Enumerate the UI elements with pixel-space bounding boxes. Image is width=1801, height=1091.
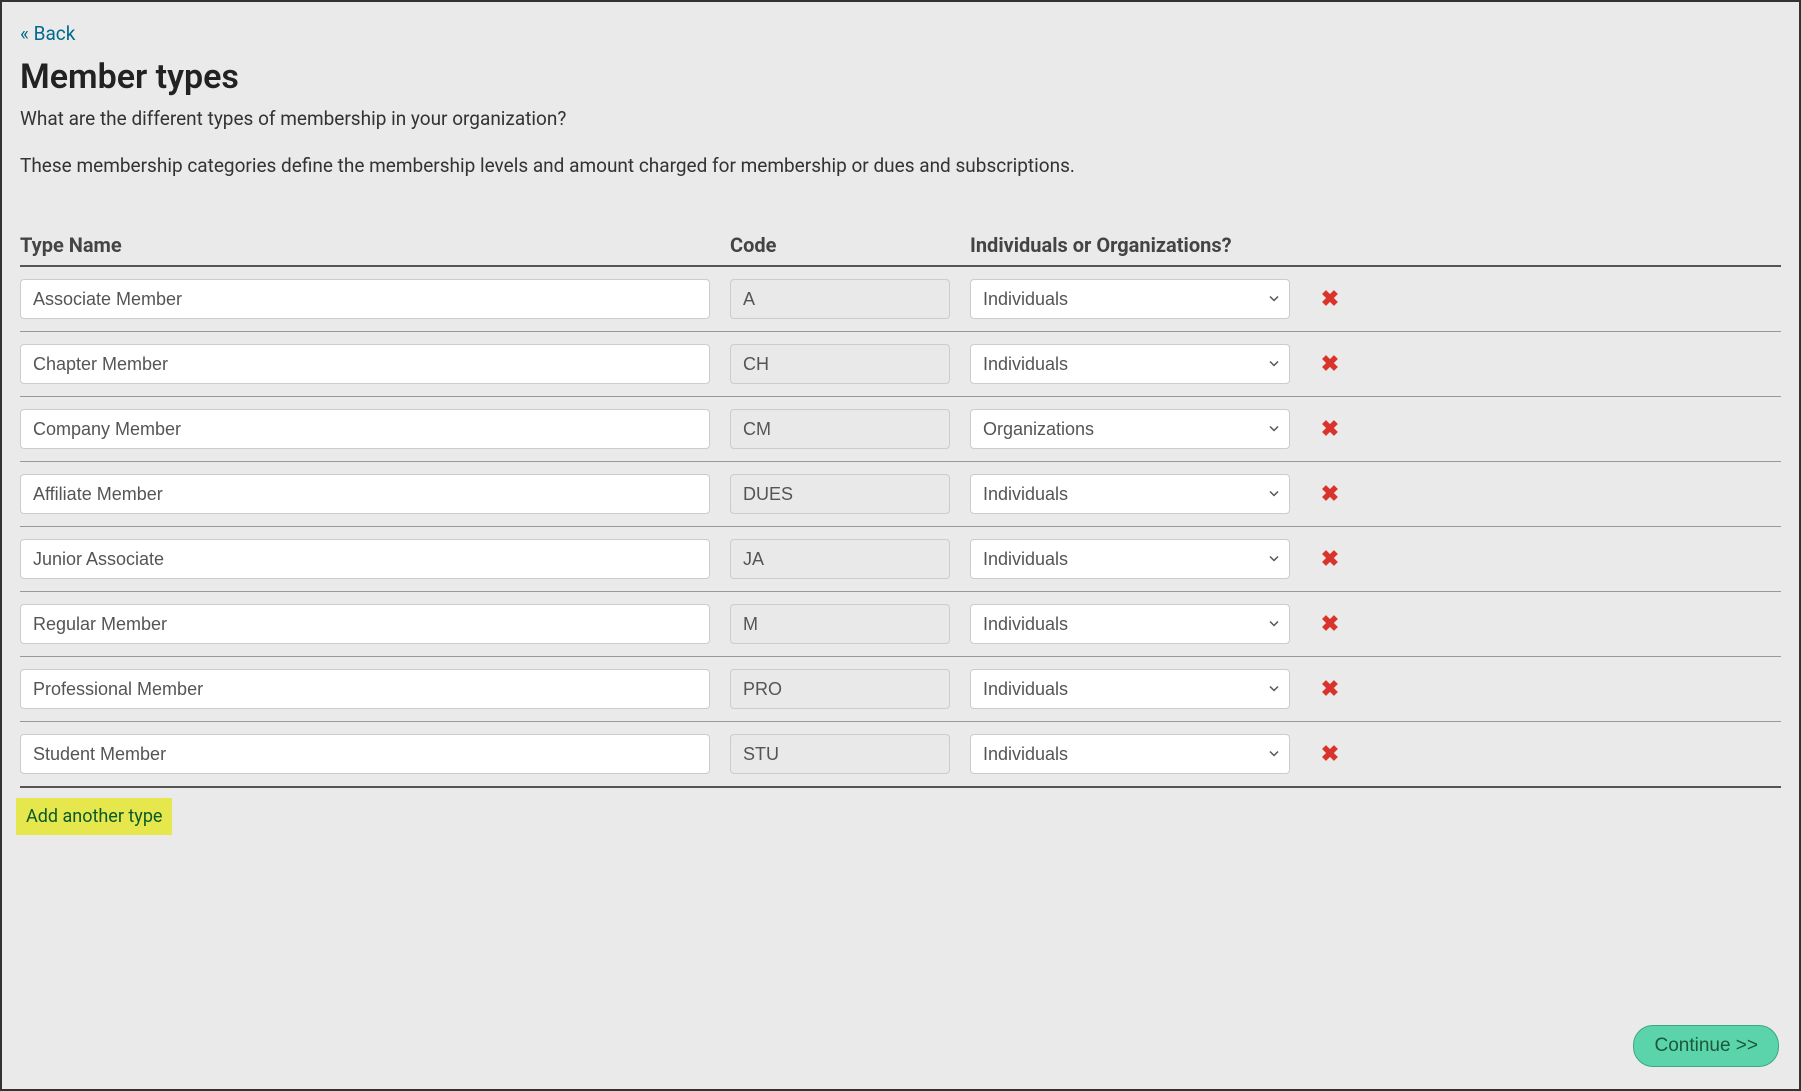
delete-icon: ✖ [1321,676,1339,701]
individuals-or-organizations-select[interactable]: IndividualsOrganizations [970,344,1290,384]
delete-icon: ✖ [1321,416,1339,441]
individuals-or-organizations-select[interactable]: IndividualsOrganizations [970,604,1290,644]
page-subtitle: What are the different types of membersh… [20,107,1781,130]
delete-row-button[interactable]: ✖ [1317,412,1343,446]
column-header-select: Individuals or Organizations? [970,233,1310,257]
type-name-input[interactable] [20,604,710,644]
delete-icon: ✖ [1321,351,1339,376]
page-title: Member types [20,57,1781,97]
delete-row-button[interactable]: ✖ [1317,282,1343,316]
table-row: IndividualsOrganizations ✖ [20,722,1781,788]
table-row: IndividualsOrganizations ✖ [20,397,1781,462]
delete-icon: ✖ [1321,611,1339,636]
back-link[interactable]: « Back [20,22,75,45]
type-code-input [730,669,950,709]
type-name-input[interactable] [20,409,710,449]
type-code-input [730,539,950,579]
table-row: IndividualsOrganizations ✖ [20,592,1781,657]
table-row: IndividualsOrganizations ✖ [20,332,1781,397]
continue-button[interactable]: Continue >> [1633,1025,1779,1067]
individuals-or-organizations-select[interactable]: IndividualsOrganizations [970,669,1290,709]
table-header-row: Type Name Code Individuals or Organizati… [20,233,1781,267]
individuals-or-organizations-select[interactable]: IndividualsOrganizations [970,279,1290,319]
table-row: IndividualsOrganizations ✖ [20,462,1781,527]
delete-icon: ✖ [1321,481,1339,506]
individuals-or-organizations-select[interactable]: IndividualsOrganizations [970,474,1290,514]
type-code-input [730,734,950,774]
type-name-input[interactable] [20,539,710,579]
type-code-input [730,474,950,514]
member-types-table: Type Name Code Individuals or Organizati… [20,233,1781,788]
delete-row-button[interactable]: ✖ [1317,477,1343,511]
page-frame: « Back Member types What are the differe… [0,0,1801,1091]
table-row: IndividualsOrganizations ✖ [20,267,1781,332]
table-row: IndividualsOrganizations ✖ [20,657,1781,722]
type-code-input [730,344,950,384]
delete-icon: ✖ [1321,286,1339,311]
page-description: These membership categories define the m… [20,154,1781,177]
type-name-input[interactable] [20,734,710,774]
delete-icon: ✖ [1321,741,1339,766]
type-name-input[interactable] [20,344,710,384]
individuals-or-organizations-select[interactable]: IndividualsOrganizations [970,734,1290,774]
individuals-or-organizations-select[interactable]: IndividualsOrganizations [970,409,1290,449]
delete-row-button[interactable]: ✖ [1317,737,1343,771]
column-header-name: Type Name [20,233,730,257]
column-header-code: Code [730,233,970,257]
type-name-input[interactable] [20,474,710,514]
delete-row-button[interactable]: ✖ [1317,672,1343,706]
table-row: IndividualsOrganizations ✖ [20,527,1781,592]
type-name-input[interactable] [20,279,710,319]
delete-row-button[interactable]: ✖ [1317,607,1343,641]
type-code-input [730,604,950,644]
type-code-input [730,409,950,449]
type-code-input [730,279,950,319]
individuals-or-organizations-select[interactable]: IndividualsOrganizations [970,539,1290,579]
delete-row-button[interactable]: ✖ [1317,347,1343,381]
delete-icon: ✖ [1321,546,1339,571]
delete-row-button[interactable]: ✖ [1317,542,1343,576]
add-another-type-button[interactable]: Add another type [16,798,172,835]
type-name-input[interactable] [20,669,710,709]
